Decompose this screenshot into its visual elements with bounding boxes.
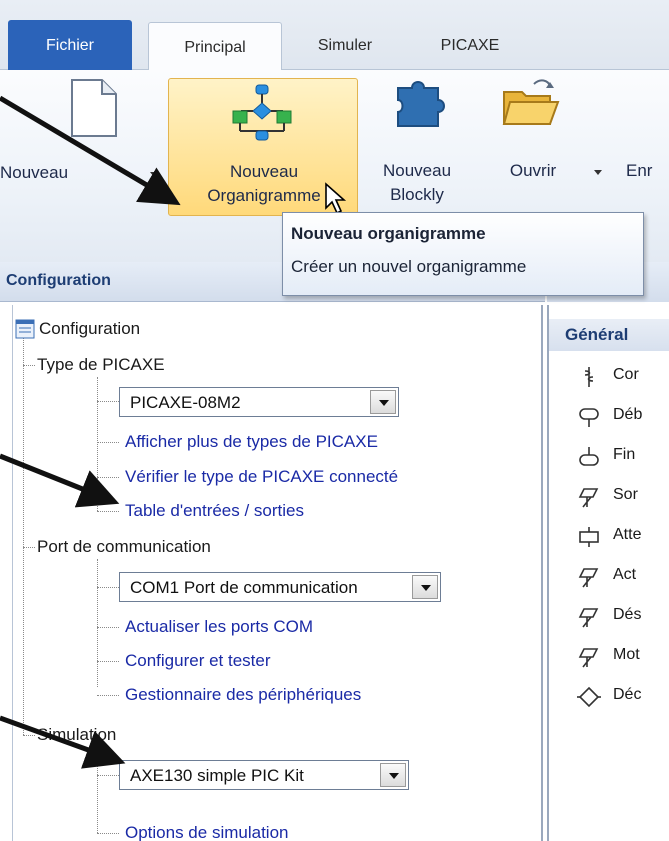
configuration-icon xyxy=(15,319,35,339)
tree-line xyxy=(97,775,119,776)
activate-icon xyxy=(578,568,599,588)
command-item-label: Dés xyxy=(613,606,642,623)
tree-line xyxy=(97,695,119,696)
command-item-label: Déc xyxy=(613,686,642,703)
simulation-kit-select[interactable]: AXE130 simple PIC Kit xyxy=(119,760,409,790)
puzzle-piece-icon xyxy=(397,81,445,127)
picaxe-type-dropdown-icon[interactable] xyxy=(370,390,396,414)
tree-node-comm-port[interactable]: Port de communication xyxy=(37,536,211,558)
general-section-label: Général xyxy=(565,325,629,344)
command-item[interactable]: Déb xyxy=(549,397,669,437)
commands-panel: Général Cor Déb Fin Sor Atte Act Dés Mot… xyxy=(547,305,669,841)
configuration-tree: Configuration Type de PICAXE PICAXE-08M2… xyxy=(12,305,543,841)
tree-line xyxy=(23,335,24,735)
link-simulation-options[interactable]: Options de simulation xyxy=(125,822,288,841)
tree-line xyxy=(97,587,119,588)
command-item-label: Fin xyxy=(613,446,636,463)
command-item-label: Cor xyxy=(613,366,639,383)
tree-node-simulation[interactable]: Simulation xyxy=(37,724,116,746)
general-section-header[interactable]: Général xyxy=(549,319,669,351)
tree-line xyxy=(97,747,98,833)
command-item[interactable]: Cor xyxy=(549,357,669,397)
configuration-panel-title: Configuration xyxy=(6,272,111,289)
new-blockly-label-2: Blockly xyxy=(390,185,444,204)
flowchart-icon xyxy=(232,84,292,141)
tree-node-picaxe-type[interactable]: Type de PICAXE xyxy=(37,354,165,376)
comm-port-select[interactable]: COM1 Port de communication xyxy=(119,572,441,602)
tree-line xyxy=(97,627,119,628)
new-button-label: Nouveau xyxy=(0,163,69,182)
new-blockly-label-1: Nouveau xyxy=(382,161,452,180)
command-item-label: Mot xyxy=(613,646,640,663)
motor-icon xyxy=(578,648,599,668)
command-item-label: Déb xyxy=(613,406,643,423)
tree-line xyxy=(97,833,119,834)
save-button[interactable]: Enr xyxy=(600,100,669,216)
comm-port-dropdown-icon[interactable] xyxy=(412,575,438,599)
open-button-label: Ouvrir xyxy=(509,161,557,180)
tree-line xyxy=(97,559,98,687)
tab-simuler[interactable]: Simuler xyxy=(296,22,394,70)
save-button-label: Enr xyxy=(626,161,653,180)
decision-icon xyxy=(577,686,601,708)
tree-line xyxy=(23,735,35,736)
command-item[interactable]: Atte xyxy=(549,517,669,557)
tree-line xyxy=(97,377,98,511)
tree-root-configuration[interactable]: Configuration xyxy=(39,318,140,340)
simulation-kit-select-value: AXE130 simple PIC Kit xyxy=(130,766,304,785)
command-item[interactable]: Act xyxy=(549,557,669,597)
command-item-label: Atte xyxy=(613,526,642,543)
open-button[interactable]: Ouvrir xyxy=(478,79,602,216)
new-document-icon xyxy=(71,79,117,137)
command-item[interactable]: Sor xyxy=(549,477,669,517)
command-item[interactable]: Fin xyxy=(549,437,669,477)
start-icon xyxy=(579,408,599,427)
picaxe-type-select[interactable]: PICAXE-08M2 xyxy=(119,387,399,417)
command-item-label: Sor xyxy=(613,486,638,503)
new-button[interactable]: Nouveau xyxy=(0,79,158,220)
comment-icon xyxy=(584,367,594,387)
link-refresh-com-ports[interactable]: Actualiser les ports COM xyxy=(125,616,313,638)
tooltip-description: Créer un nouvel organigramme xyxy=(291,257,527,276)
tree-line xyxy=(97,511,119,512)
simulation-kit-dropdown-icon[interactable] xyxy=(380,763,406,787)
wait-icon xyxy=(579,527,599,547)
link-check-connected-picaxe[interactable]: Vérifier le type de PICAXE connecté xyxy=(125,466,398,488)
mouse-cursor-icon xyxy=(325,182,347,215)
deactivate-icon xyxy=(578,608,599,628)
link-device-manager[interactable]: Gestionnaire des périphériques xyxy=(125,684,361,706)
tree-line xyxy=(97,401,119,402)
tree-line xyxy=(97,442,119,443)
new-dropdown-arrow[interactable] xyxy=(150,172,158,177)
comm-port-select-value: COM1 Port de communication xyxy=(130,578,358,597)
tab-principal[interactable]: Principal xyxy=(148,22,282,72)
link-configure-and-test[interactable]: Configurer et tester xyxy=(125,650,271,672)
tab-picaxe[interactable]: PICAXE xyxy=(412,22,528,70)
tree-line xyxy=(97,477,119,478)
tree-line xyxy=(23,547,35,548)
command-item[interactable]: Déc xyxy=(549,677,669,717)
command-item-label: Act xyxy=(613,566,637,583)
open-folder-icon xyxy=(502,79,560,125)
new-flowchart-label-1: Nouveau xyxy=(229,162,299,181)
end-icon xyxy=(579,447,599,466)
link-io-table[interactable]: Table d'entrées / sorties xyxy=(125,500,304,522)
tab-fichier[interactable]: Fichier xyxy=(8,20,132,71)
output-icon xyxy=(578,488,599,508)
tree-line xyxy=(97,661,119,662)
command-item[interactable]: Mot xyxy=(549,637,669,677)
new-blockly-button[interactable]: Nouveau Blockly xyxy=(362,81,472,216)
tooltip: Nouveau organigramme Créer un nouvel org… xyxy=(282,212,644,296)
ribbon-tab-strip: Fichier Principal Simuler PICAXE xyxy=(0,0,669,72)
link-more-picaxe-types[interactable]: Afficher plus de types de PICAXE xyxy=(125,431,378,453)
tree-line xyxy=(23,365,35,366)
tooltip-title: Nouveau organigramme xyxy=(291,224,486,243)
picaxe-type-select-value: PICAXE-08M2 xyxy=(130,393,241,412)
command-item[interactable]: Dés xyxy=(549,597,669,637)
